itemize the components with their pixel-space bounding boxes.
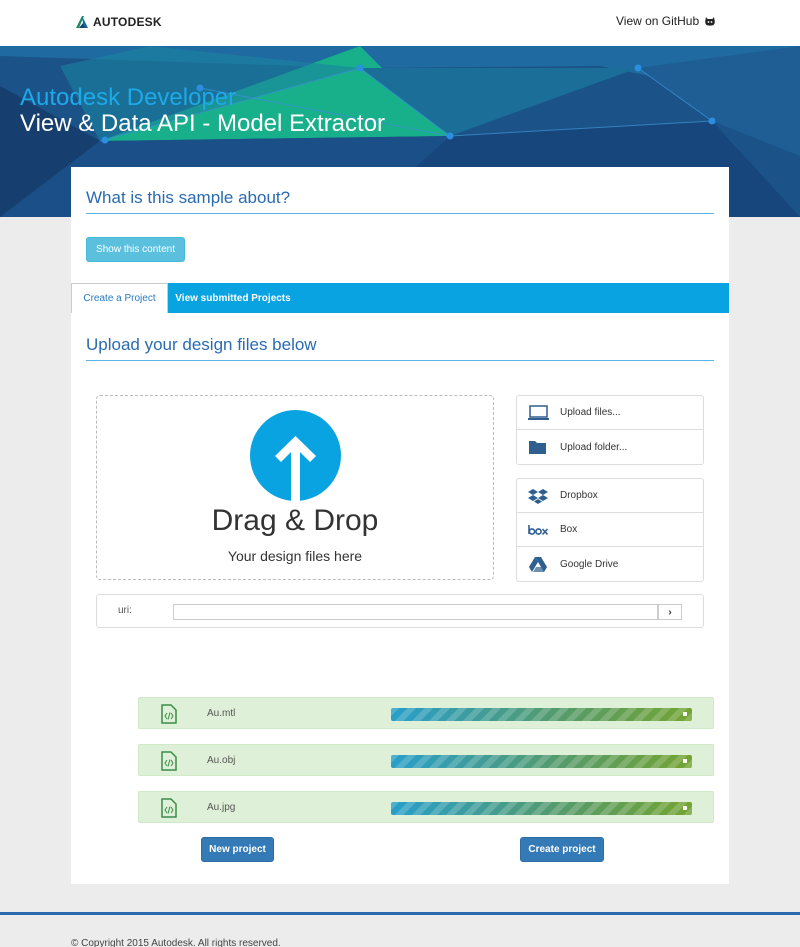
upload-divider xyxy=(86,360,714,361)
hero-subtitle: Autodesk Developer xyxy=(20,84,237,111)
progress-dot xyxy=(683,712,687,716)
box-icon xyxy=(528,522,550,538)
footer-copyright: © Copyright 2015 Autodesk. All rights re… xyxy=(71,938,281,947)
progress-dot xyxy=(683,759,687,763)
brand-name: AUTODESK xyxy=(93,15,162,29)
upload-files-label: Upload files... xyxy=(560,407,621,418)
box-item[interactable]: Box xyxy=(517,513,703,547)
upload-heading: Upload your design files below xyxy=(86,335,317,354)
tab-view-submitted-projects[interactable]: View submitted Projects xyxy=(168,283,298,313)
file-progress-bar xyxy=(391,755,692,768)
view-on-github-link[interactable]: View on GitHub xyxy=(616,14,716,28)
footer-divider xyxy=(0,912,800,915)
upload-folder-label: Upload folder... xyxy=(560,441,628,453)
file-name: Au.obj xyxy=(207,755,236,766)
autodesk-logo[interactable]: AUTODESK xyxy=(75,15,162,29)
dropbox-item[interactable]: Dropbox xyxy=(517,479,703,513)
top-bar: AUTODESK View on GitHub xyxy=(0,0,800,46)
uri-submit-button[interactable]: › xyxy=(658,604,682,620)
github-octocat-icon xyxy=(705,17,715,26)
dropbox-label: Dropbox xyxy=(560,490,598,501)
local-upload-list: Upload files... Upload folder... xyxy=(516,395,704,465)
file-row: Au.obj xyxy=(138,744,714,776)
google-drive-icon xyxy=(528,556,550,572)
autodesk-logo-icon xyxy=(76,16,88,28)
upload-files-item[interactable]: Upload files... xyxy=(517,396,703,430)
dropzone-title: Drag & Drop xyxy=(211,504,379,537)
dropbox-icon xyxy=(528,488,550,504)
file-progress-bar xyxy=(391,708,692,721)
uri-row: uri: › xyxy=(96,594,704,628)
show-content-button[interactable]: Show this content xyxy=(86,237,185,262)
laptop-icon xyxy=(528,404,550,421)
box-label: Box xyxy=(560,524,578,535)
file-row: Au.jpg xyxy=(138,791,714,823)
drag-drop-zone[interactable]: Drag & Drop Your design files here xyxy=(96,395,494,580)
about-heading: What is this sample about? xyxy=(86,188,291,207)
hero-title: View & Data API - Model Extractor xyxy=(20,110,386,137)
progress-dot xyxy=(683,806,687,810)
tab-create-project[interactable]: Create a Project xyxy=(71,283,168,313)
google-drive-label: Google Drive xyxy=(560,558,619,570)
code-file-icon xyxy=(161,798,177,818)
file-name: Au.mtl xyxy=(207,708,236,719)
folder-icon xyxy=(528,439,550,455)
code-file-icon xyxy=(161,704,177,724)
cloud-upload-list: Dropbox Box Google Drive xyxy=(516,478,704,582)
main-card: What is this sample about? Show this con… xyxy=(71,167,729,884)
upload-folder-item[interactable]: Upload folder... xyxy=(517,430,703,464)
github-label: View on GitHub xyxy=(616,14,700,28)
dropzone-subtitle: Your design files here xyxy=(227,548,363,564)
uri-label: uri: xyxy=(118,605,132,616)
upload-arrow-icon xyxy=(250,410,341,501)
create-project-button[interactable]: Create project xyxy=(520,837,604,862)
tab-bar: Create a Project View submitted Projects xyxy=(71,283,729,313)
file-progress-bar xyxy=(391,802,692,815)
uri-input[interactable] xyxy=(173,604,658,620)
file-row: Au.mtl xyxy=(138,697,714,729)
new-project-button[interactable]: New project xyxy=(201,837,274,862)
file-name: Au.jpg xyxy=(207,802,236,813)
google-drive-item[interactable]: Google Drive xyxy=(517,547,703,581)
about-divider xyxy=(86,213,714,214)
code-file-icon xyxy=(161,751,177,771)
